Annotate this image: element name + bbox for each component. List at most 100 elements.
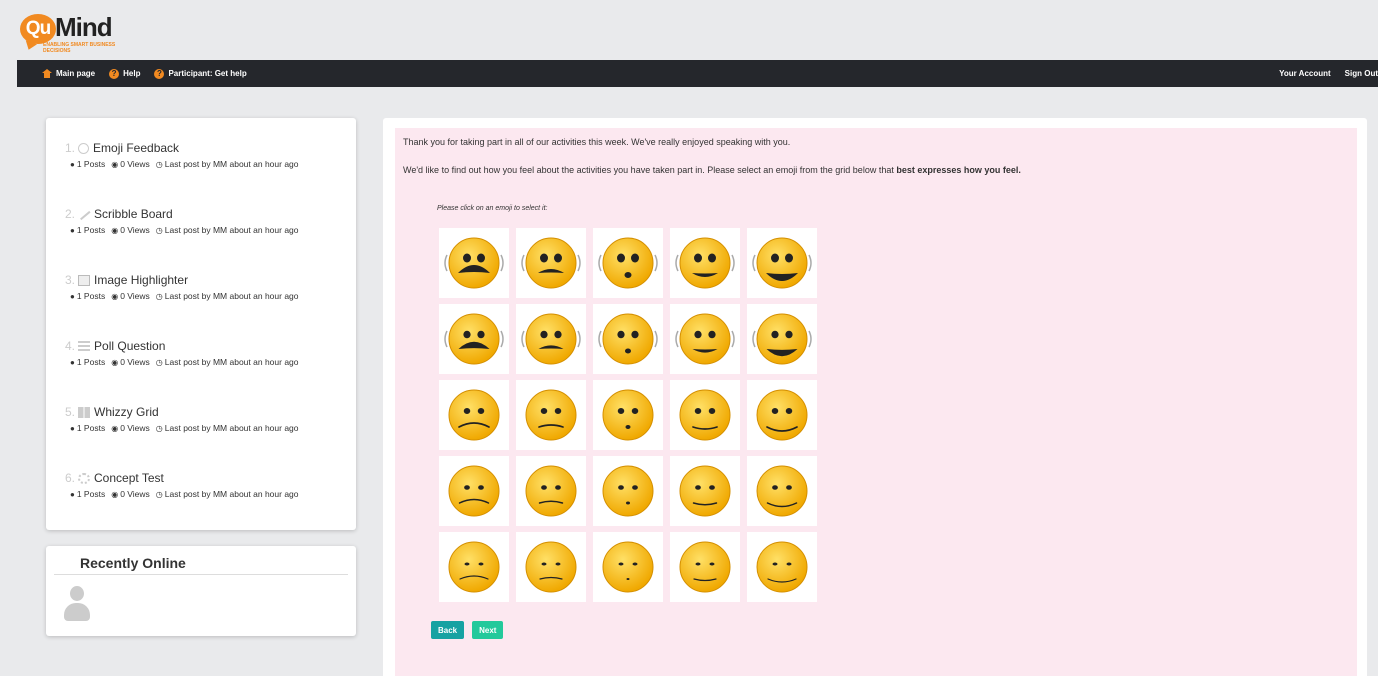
views-count: ◉ 0 Views xyxy=(111,225,150,235)
activity-title[interactable]: Emoji Feedback xyxy=(93,141,179,155)
emoji-option[interactable] xyxy=(747,532,817,602)
emoji-option[interactable] xyxy=(593,532,663,602)
intro-text-2-prefix: We'd like to find out how you feel about… xyxy=(403,165,897,175)
next-button[interactable]: Next xyxy=(472,621,504,639)
back-button[interactable]: Back xyxy=(431,621,465,639)
posts-label: 1 Posts xyxy=(76,159,106,169)
emoji-option[interactable] xyxy=(516,380,586,450)
posts-count: ● 1 Posts xyxy=(70,423,105,433)
header: Qu Mind ENABLING SMART BUSINESS DECISION… xyxy=(0,0,1378,60)
activity-item[interactable]: 3. Image Highlighter ● 1 Posts ◉ 0 Views ◷ Last… xyxy=(65,272,299,301)
emoji-option[interactable] xyxy=(439,228,509,298)
nav-help[interactable]: ? Help xyxy=(109,68,141,79)
emoji-face-icon xyxy=(679,465,731,517)
sign-out-link[interactable]: Sign Out xyxy=(1345,69,1378,78)
qumind-logo[interactable]: Qu Mind ENABLING SMART BUSINESS DECISION… xyxy=(20,8,180,58)
activity-item[interactable]: 4. Poll Question ● 1 Posts ◉ 0 Views ◷ Last pos… xyxy=(65,338,299,367)
last-post: ◷ Last post by MM about an hour ago xyxy=(156,225,299,235)
avatar-body xyxy=(64,603,90,621)
emoji-face-icon xyxy=(525,541,577,593)
activity-item[interactable]: 5. Whizzy Grid ● 1 Posts ◉ 0 Views ◷ Last post … xyxy=(65,404,299,433)
emoji-option[interactable] xyxy=(439,532,509,602)
emoji-option[interactable] xyxy=(516,228,586,298)
activity-title[interactable]: Image Highlighter xyxy=(94,273,188,287)
emoji-option[interactable] xyxy=(439,380,509,450)
intro-text-2-bold: best expresses how you feel. xyxy=(896,165,1021,175)
emoji-face-icon xyxy=(444,237,504,289)
nav-help-label: Help xyxy=(123,69,141,78)
comment-icon: ● xyxy=(70,292,75,301)
activity-item[interactable]: 1. Emoji Feedback ● 1 Posts ◉ 0 Views ◷ Last po… xyxy=(65,140,299,169)
last-post-label: Last post by MM about an hour ago xyxy=(164,489,299,499)
views-label: 0 Views xyxy=(120,423,150,433)
activity-meta: ● 1 Posts ◉ 0 Views ◷ Last post by MM about a… xyxy=(70,159,299,169)
emoji-option[interactable] xyxy=(670,228,740,298)
emoji-face-icon xyxy=(448,465,500,517)
emoji-option[interactable] xyxy=(439,456,509,526)
clock-icon: ◷ xyxy=(155,490,163,499)
views-label: 0 Views xyxy=(120,159,150,169)
activity-meta: ● 1 Posts ◉ 0 Views ◷ Last post by MM about a… xyxy=(70,357,299,367)
emoji-face-icon xyxy=(525,389,577,441)
emoji-option[interactable] xyxy=(593,304,663,374)
last-post: ◷ Last post by MM about an hour ago xyxy=(156,357,299,367)
avatar[interactable] xyxy=(64,586,90,622)
nav-participant-help[interactable]: ? Participant: Get help xyxy=(154,68,247,79)
last-post: ◷ Last post by MM about an hour ago xyxy=(156,291,299,301)
views-label: 0 Views xyxy=(120,291,150,301)
eye-icon: ◉ xyxy=(111,226,119,235)
emoji-face-icon xyxy=(598,313,658,365)
logo-tagline: ENABLING SMART BUSINESS DECISIONS xyxy=(43,42,116,54)
emoji-face-icon xyxy=(756,389,808,441)
main-card: Thank you for taking part in all of our … xyxy=(383,118,1367,676)
posts-label: 1 Posts xyxy=(76,225,106,235)
posts-label: 1 Posts xyxy=(76,423,106,433)
activity-title[interactable]: Whizzy Grid xyxy=(94,405,159,419)
emoji-option[interactable] xyxy=(670,532,740,602)
last-post: ◷ Last post by MM about an hour ago xyxy=(156,159,299,169)
emoji-option[interactable] xyxy=(747,456,817,526)
activity-item[interactable]: 6. Concept Test ● 1 Posts ◉ 0 Views ◷ Last post… xyxy=(65,470,299,499)
posts-count: ● 1 Posts xyxy=(70,489,105,499)
emoji-option[interactable] xyxy=(670,456,740,526)
emoji-option[interactable] xyxy=(516,304,586,374)
comment-icon: ● xyxy=(70,160,75,169)
last-post-label: Last post by MM about an hour ago xyxy=(164,357,299,367)
last-post-label: Last post by MM about an hour ago xyxy=(164,159,299,169)
question-circle-icon: ? xyxy=(154,68,165,79)
activity-title[interactable]: Concept Test xyxy=(94,471,164,485)
eye-icon: ◉ xyxy=(111,292,119,301)
emoji-option[interactable] xyxy=(593,228,663,298)
emoji-option[interactable] xyxy=(670,304,740,374)
emoji-face-icon xyxy=(679,541,731,593)
your-account-link[interactable]: Your Account xyxy=(1279,69,1331,78)
last-post: ◷ Last post by MM about an hour ago xyxy=(156,423,299,433)
emoji-option[interactable] xyxy=(593,380,663,450)
emoji-option[interactable] xyxy=(747,228,817,298)
emoji-face-icon xyxy=(752,313,812,365)
activity-title[interactable]: Scribble Board xyxy=(94,207,173,221)
emoji-option[interactable] xyxy=(747,380,817,450)
activity-meta: ● 1 Posts ◉ 0 Views ◷ Last post by MM about a… xyxy=(70,225,299,235)
activity-title-row: 6. Concept Test xyxy=(65,470,299,486)
eye-icon: ◉ xyxy=(111,490,119,499)
activity-item[interactable]: 2. Scribble Board ● 1 Posts ◉ 0 Views ◷ Last po… xyxy=(65,206,299,235)
comment-icon: ● xyxy=(70,424,75,433)
activity-number: 2. xyxy=(65,207,76,221)
nav-main-page[interactable]: Main page xyxy=(42,69,95,78)
views-label: 0 Views xyxy=(120,357,150,367)
emoji-face-icon xyxy=(521,313,581,365)
posts-count: ● 1 Posts xyxy=(70,357,105,367)
emoji-grid xyxy=(439,228,817,602)
emoji-option[interactable] xyxy=(593,456,663,526)
emoji-option[interactable] xyxy=(747,304,817,374)
emoji-face-icon xyxy=(602,465,654,517)
emoji-option[interactable] xyxy=(516,532,586,602)
emoji-option[interactable] xyxy=(439,304,509,374)
emoji-option[interactable] xyxy=(516,456,586,526)
emoji-option[interactable] xyxy=(670,380,740,450)
views-count: ◉ 0 Views xyxy=(111,423,150,433)
activity-title[interactable]: Poll Question xyxy=(94,339,165,353)
nav-right: Your Account Sign Out xyxy=(1279,60,1378,87)
activity-title-row: 3. Image Highlighter xyxy=(65,272,299,288)
